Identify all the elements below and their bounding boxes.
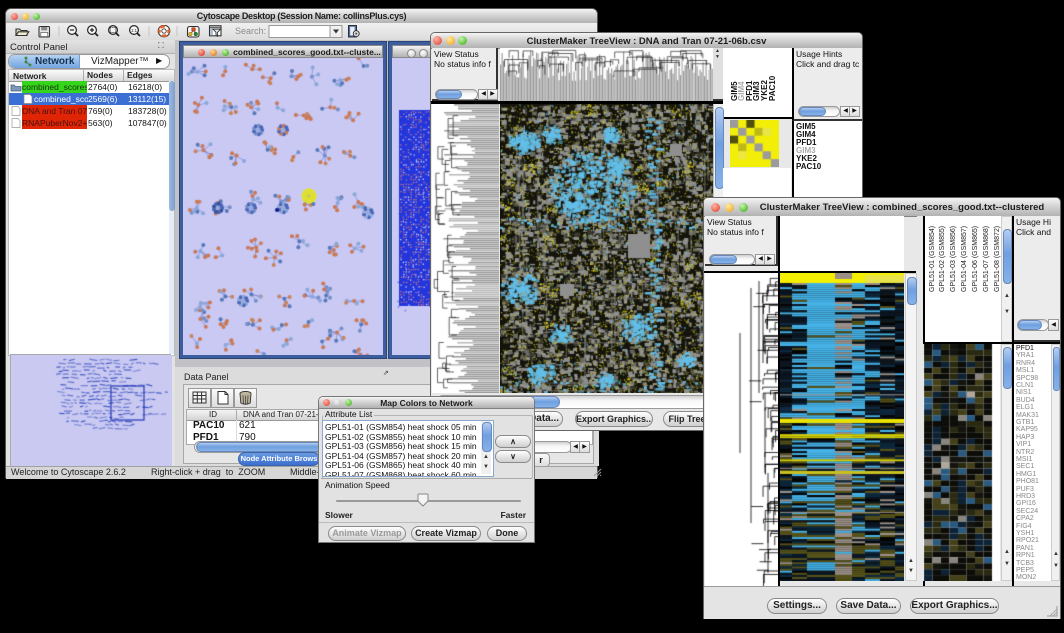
svg-text:1:1: 1:1 (131, 28, 137, 33)
svg-text:Search:: Search: (235, 26, 266, 36)
